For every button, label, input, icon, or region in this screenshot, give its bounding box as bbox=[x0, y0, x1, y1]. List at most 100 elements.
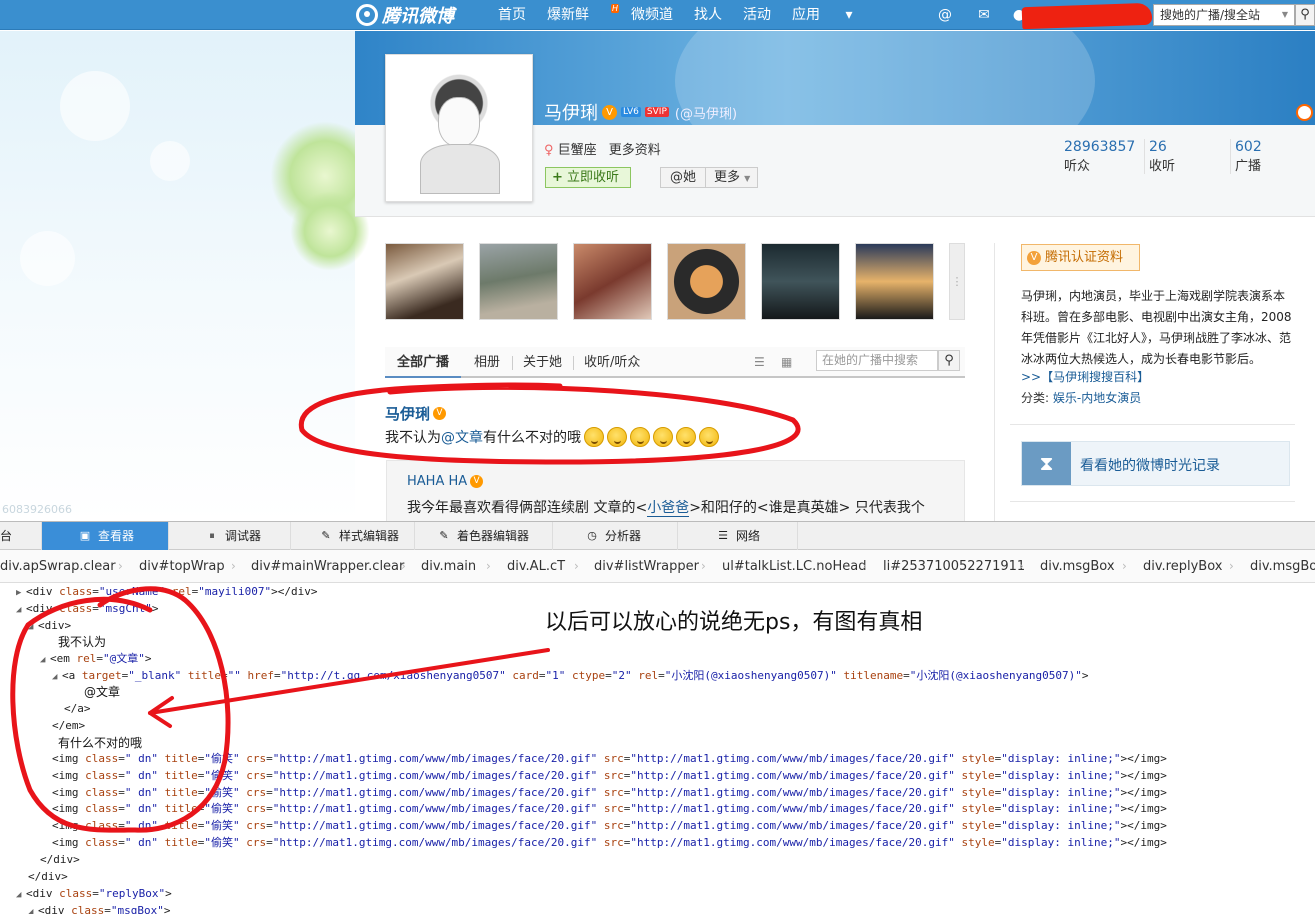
weibo-logo-icon bbox=[356, 4, 378, 26]
markup-node-img[interactable]: <img class=" dn" title="偷笑" crs="http://… bbox=[52, 801, 1167, 817]
breadcrumb-item[interactable]: ul#talkList.LC.noHead bbox=[722, 550, 866, 583]
photo-thumb[interactable] bbox=[761, 243, 840, 320]
mail-icon[interactable]: ✉ bbox=[976, 7, 992, 23]
markup-node-img[interactable]: <img class=" dn" title="偷笑" crs="http://… bbox=[52, 785, 1167, 801]
nav-link-find-people[interactable]: 找人 bbox=[694, 0, 722, 30]
follow-button[interactable]: + 立即收听 bbox=[545, 167, 631, 188]
photo-thumb[interactable] bbox=[667, 243, 746, 320]
breadcrumb-item[interactable]: div#listWrapper bbox=[594, 550, 699, 583]
markup-node-img[interactable]: <img class=" dn" title="偷笑" crs="http://… bbox=[52, 751, 1167, 767]
global-search-input[interactable]: 搜她的广播/搜全站 ▼ bbox=[1153, 4, 1295, 26]
search-icon[interactable]: ⚲ bbox=[1295, 4, 1315, 26]
breadcrumb-item[interactable]: div.AL.cT bbox=[507, 550, 565, 583]
markup-node[interactable]: ◢ <div class="replyBox"> bbox=[16, 886, 172, 902]
markup-node[interactable]: </div> bbox=[40, 852, 80, 868]
markup-node-img[interactable]: <img class=" dn" title="偷笑" crs="http://… bbox=[52, 818, 1167, 834]
timeline-record-link[interactable]: ⧗ 看看她的微博时光记录 bbox=[1021, 441, 1290, 486]
photo-thumb[interactable] bbox=[573, 243, 652, 320]
markup-node[interactable]: ▶ <div class="userName" rel="mayili007"><… bbox=[16, 584, 317, 600]
markup-node[interactable]: ◢ <div> bbox=[28, 618, 71, 634]
post-content: 我不认为 @文章 有什么不对的哦 bbox=[385, 427, 719, 447]
devtools-tab-console[interactable]: 台 bbox=[0, 522, 42, 550]
nav-link-home[interactable]: 首页 bbox=[498, 0, 526, 30]
breadcrumb-item[interactable]: div.msgBox bbox=[1250, 550, 1315, 583]
tencent-weibo-logo[interactable]: 腾讯微博 bbox=[356, 3, 454, 27]
emoji-smirk-icon bbox=[676, 427, 696, 447]
nav-link-hot[interactable]: 爆新鲜 H bbox=[547, 0, 619, 30]
devtools-tab-shader-editor[interactable]: ✎ 着色器编辑器 bbox=[415, 522, 553, 550]
photo-thumb[interactable] bbox=[385, 243, 464, 320]
nav-link-apps[interactable]: 应用 ▾ bbox=[792, 0, 852, 30]
devtools-tab-style-editor[interactable]: ✎ 样式编辑器 bbox=[291, 522, 415, 550]
devtools-tab-network[interactable]: ☰ 网络 bbox=[678, 522, 798, 550]
network-icon: ☰ bbox=[718, 529, 728, 542]
tab-following-followers[interactable]: 收听/听众 bbox=[584, 347, 640, 378]
calendar-icon[interactable]: ▦ bbox=[781, 355, 795, 369]
photo-strip bbox=[385, 243, 934, 320]
markup-node[interactable]: ◢ <a target="_blank" title="" href="http:… bbox=[52, 668, 1088, 684]
profiler-icon: ◷ bbox=[587, 529, 597, 542]
markup-node-img[interactable]: <img class=" dn" title="偷笑" crs="http://… bbox=[52, 835, 1167, 851]
debugger-icon: ⏸ bbox=[209, 529, 215, 542]
devtools-tab-profiler[interactable]: ◷ 分析器 bbox=[553, 522, 678, 550]
breadcrumb-item[interactable]: div.msgBox bbox=[1040, 550, 1115, 583]
markup-node[interactable]: ◢ <em rel="@文章"> bbox=[40, 651, 152, 667]
zodiac: ♀ 巨蟹座 bbox=[544, 143, 597, 158]
nav-link-channel[interactable]: 微频道 bbox=[631, 0, 673, 30]
tab-all-posts[interactable]: 全部广播 bbox=[385, 347, 461, 378]
list-view-icon[interactable]: ☰ bbox=[754, 355, 768, 369]
at-icon[interactable]: @ bbox=[937, 7, 953, 23]
chevron-down-icon[interactable]: ▼ bbox=[1282, 5, 1288, 25]
markup-node[interactable]: ◢ <div class="msgBox"> bbox=[28, 903, 171, 914]
breadcrumb-item[interactable]: div#mainWrapper.clear bbox=[251, 550, 404, 583]
svip-badge[interactable]: SVIP bbox=[644, 107, 669, 117]
cert-badge[interactable]: V 腾讯认证资料 bbox=[1021, 244, 1140, 271]
reply-author[interactable]: HAHA HA V bbox=[407, 474, 484, 489]
more-button[interactable]: 更多 ▼ bbox=[705, 167, 758, 188]
divider bbox=[1010, 501, 1295, 502]
emoji-smirk-icon bbox=[584, 427, 604, 447]
category: 分类: 娱乐-内地女演员 bbox=[1021, 391, 1142, 405]
devtools-tab-inspector[interactable]: ▣ 查看器 bbox=[42, 522, 169, 550]
avatar[interactable] bbox=[385, 54, 533, 202]
text-node[interactable]: @文章 bbox=[84, 684, 120, 700]
profile-info: ♀ 巨蟹座 更多资料 bbox=[544, 139, 661, 158]
mention-link[interactable]: @文章 bbox=[441, 427, 483, 447]
stat-following[interactable]: 26 收听 bbox=[1144, 139, 1230, 174]
breadcrumb-item[interactable]: li#253710052271911 bbox=[883, 550, 1025, 583]
post-author[interactable]: 马伊琍 V bbox=[385, 403, 447, 424]
stat-listeners[interactable]: 28963857 听众 bbox=[1060, 139, 1144, 174]
markup-node[interactable]: </div> bbox=[28, 869, 68, 885]
photo-thumb[interactable] bbox=[479, 243, 558, 320]
reply-box: HAHA HA V 我今年最喜欢看得俩部连续剧 文章的<小爸爸>和阳仔的<谁是真英… bbox=[386, 460, 965, 522]
photo-thumb[interactable] bbox=[855, 243, 934, 320]
markup-node[interactable]: </em> bbox=[52, 718, 85, 734]
breadcrumb-item[interactable]: div.replyBox bbox=[1143, 550, 1222, 583]
markup-node[interactable]: ◢ <div class="msgCnt"> bbox=[16, 601, 159, 617]
tab-album[interactable]: 相册 bbox=[474, 347, 500, 378]
badge-icon[interactable] bbox=[1296, 104, 1313, 121]
reply-link[interactable]: 小爸爸 bbox=[647, 500, 690, 517]
stat-posts[interactable]: 602 广播 bbox=[1230, 139, 1315, 174]
breadcrumb-item[interactable]: div.main bbox=[421, 550, 476, 583]
strip-scroll-handle[interactable]: ⋮ bbox=[949, 243, 965, 320]
tab-about-her[interactable]: 关于她 bbox=[523, 347, 562, 378]
profile-name-row: 马伊琍 V LV6 SVIP (@马伊琍) bbox=[544, 99, 737, 125]
more-info-link[interactable]: 更多资料 bbox=[609, 139, 661, 158]
category-link[interactable]: 娱乐-内地女演员 bbox=[1053, 391, 1141, 405]
markup-node[interactable]: </a> bbox=[64, 701, 91, 717]
breadcrumb-item[interactable]: div#topWrap bbox=[139, 550, 225, 583]
breadcrumb-item[interactable]: div.apSwrap.clear bbox=[0, 550, 116, 583]
markup-node-img[interactable]: <img class=" dn" title="偷笑" crs="http://… bbox=[52, 768, 1167, 784]
level-badge[interactable]: LV6 bbox=[621, 107, 641, 117]
devtools-tab-debugger[interactable]: ⏸ 调试器 bbox=[169, 522, 291, 550]
nav-link-activity[interactable]: 活动 bbox=[743, 0, 771, 30]
timeline-search-input[interactable]: 在她的广播中搜索 bbox=[816, 350, 938, 371]
column-divider bbox=[994, 243, 995, 521]
baike-link[interactable]: >>【马伊琍搜搜百科】 bbox=[1021, 368, 1149, 385]
mention-button[interactable]: @她 bbox=[660, 167, 706, 188]
text-node[interactable]: 有什么不对的哦 bbox=[58, 735, 142, 751]
search-icon[interactable]: ⚲ bbox=[938, 350, 960, 371]
hourglass-icon: ⧗ bbox=[1022, 442, 1071, 485]
text-node[interactable]: 我不认为 bbox=[58, 634, 106, 650]
